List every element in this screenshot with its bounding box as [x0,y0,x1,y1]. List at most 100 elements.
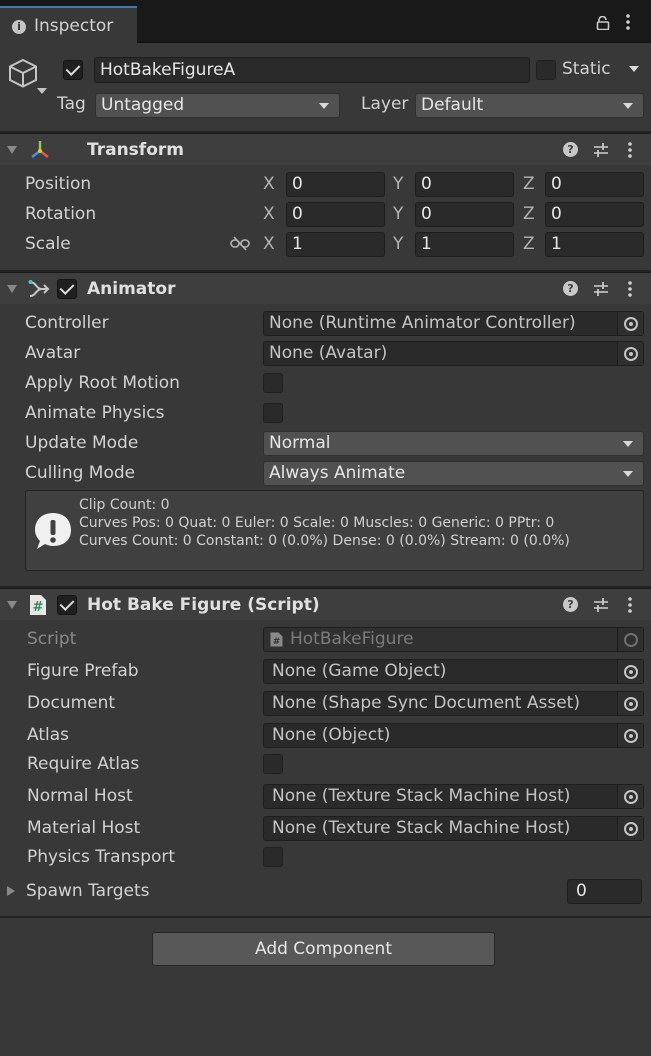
position-x-field[interactable]: 0 [286,172,385,197]
foldout-arrow-icon[interactable] [7,601,17,609]
scale-x-field[interactable]: 1 [286,232,385,257]
preset-sliders-icon[interactable] [593,597,609,613]
add-component-button[interactable]: Add Component [152,932,495,966]
figure-prefab-value: None (Game Object) [272,661,447,681]
figure-prefab-label: Figure Prefab [27,661,139,681]
layer-value: Default [421,95,484,115]
transform-header[interactable]: Transform ? [0,133,651,165]
require-atlas-label: Require Atlas [27,754,140,774]
help-icon[interactable]: ? [563,142,578,157]
tag-label: Tag [57,94,86,114]
animator-icon [28,280,50,297]
kebab-menu-icon[interactable] [626,14,630,30]
axis-z-label[interactable]: Z [523,236,535,253]
foldout-arrow-icon[interactable] [7,886,15,896]
script-enabled-checkbox[interactable] [57,595,77,615]
object-picker-icon[interactable] [617,312,643,335]
axis-y-label[interactable]: Y [393,236,403,253]
object-picker-icon[interactable] [617,342,643,365]
object-picker-icon[interactable] [617,724,643,747]
controller-field[interactable]: None (Runtime Animator Controller) [263,311,644,336]
foldout-arrow-icon[interactable] [7,285,17,293]
rotation-z-field[interactable]: 0 [545,202,644,227]
avatar-field[interactable]: None (Avatar) [263,341,644,366]
help-icon[interactable]: ? [563,597,578,612]
culling-mode-label: Culling Mode [25,463,136,483]
object-picker-icon [617,628,643,651]
material-host-label: Material Host [27,818,141,838]
kebab-menu-icon[interactable] [628,597,632,613]
gameobject-cube-icon[interactable] [7,57,39,89]
atlas-value: None (Object) [272,725,391,745]
kebab-menu-icon[interactable] [628,142,632,158]
animator-enabled-checkbox[interactable] [57,279,77,299]
chevron-down-icon [623,441,633,447]
culling-mode-dropdown[interactable]: Always Animate [263,461,644,486]
document-field[interactable]: None (Shape Sync Document Asset) [263,691,644,716]
kebab-menu-icon[interactable] [628,281,632,297]
scale-y-field[interactable]: 1 [415,232,514,257]
unlink-icon[interactable] [230,236,250,252]
rotation-label: Rotation [25,204,97,224]
info-line: Curves Count: 0 Constant: 0 (0.0%) Dense… [79,533,570,549]
chevron-down-icon [319,103,329,109]
lock-icon[interactable] [596,16,610,30]
transform-icon [31,141,49,158]
static-dropdown-icon[interactable] [629,66,639,72]
chevron-down-icon[interactable] [37,88,47,94]
rotation-x-field[interactable]: 0 [286,202,385,227]
axis-z-label[interactable]: Z [523,206,535,223]
static-label: Static [562,59,611,79]
tag-dropdown[interactable]: Untagged [95,93,340,118]
svg-text:#: # [33,600,44,615]
object-name-field[interactable]: HotBakeFigureA [94,57,530,83]
rotation-y-field[interactable]: 0 [415,202,514,227]
animator-header[interactable]: Animator ? [0,272,651,304]
axis-y-label[interactable]: Y [393,206,403,223]
help-icon[interactable]: ? [563,281,578,296]
tab-label: Inspector [34,16,114,36]
atlas-label: Atlas [27,725,69,745]
position-z-field[interactable]: 0 [545,172,644,197]
material-host-value: None (Texture Stack Machine Host) [272,818,571,838]
object-picker-icon[interactable] [617,817,643,840]
layer-dropdown[interactable]: Default [415,93,644,118]
object-picker-icon[interactable] [617,785,643,808]
update-mode-dropdown[interactable]: Normal [263,431,644,456]
axis-x-label[interactable]: X [263,236,275,253]
animator-info-box: Clip Count: 0 Curves Pos: 0 Quat: 0 Eule… [25,490,644,571]
active-checkbox[interactable] [63,60,83,80]
axis-y-label[interactable]: Y [393,176,403,193]
spawn-targets-size-field[interactable]: 0 [567,879,642,904]
object-picker-icon[interactable] [617,692,643,715]
scale-z-field[interactable]: 1 [545,232,644,257]
normal-host-label: Normal Host [27,786,133,806]
animate-physics-label: Animate Physics [25,403,165,423]
static-checkbox[interactable] [536,60,556,80]
axis-x-label[interactable]: X [263,206,275,223]
normal-host-value: None (Texture Stack Machine Host) [272,786,571,806]
atlas-field[interactable]: None (Object) [263,723,644,748]
physics-transport-checkbox[interactable] [263,847,283,867]
preset-sliders-icon[interactable] [593,142,609,158]
update-mode-value: Normal [269,433,331,453]
material-host-field[interactable]: None (Texture Stack Machine Host) [263,816,644,841]
require-atlas-checkbox[interactable] [263,754,283,774]
normal-host-field[interactable]: None (Texture Stack Machine Host) [263,784,644,809]
apply-root-motion-checkbox[interactable] [263,373,283,393]
script-label: Script [27,629,77,649]
script-file-icon: # [270,632,283,647]
animate-physics-checkbox[interactable] [263,403,283,423]
spawn-targets-label[interactable]: Spawn Targets [26,883,150,900]
position-y-field[interactable]: 0 [415,172,514,197]
object-picker-icon[interactable] [617,660,643,683]
avatar-label: Avatar [25,343,81,363]
figure-prefab-field[interactable]: None (Game Object) [263,659,644,684]
preset-sliders-icon[interactable] [593,281,609,297]
tab-inspector[interactable]: i Inspector [0,6,137,44]
foldout-arrow-icon[interactable] [7,146,17,154]
scale-label: Scale [25,234,71,254]
axis-x-label[interactable]: X [263,176,275,193]
axis-z-label[interactable]: Z [523,176,535,193]
script-header[interactable]: # Hot Bake Figure (Script) ? [0,588,651,620]
